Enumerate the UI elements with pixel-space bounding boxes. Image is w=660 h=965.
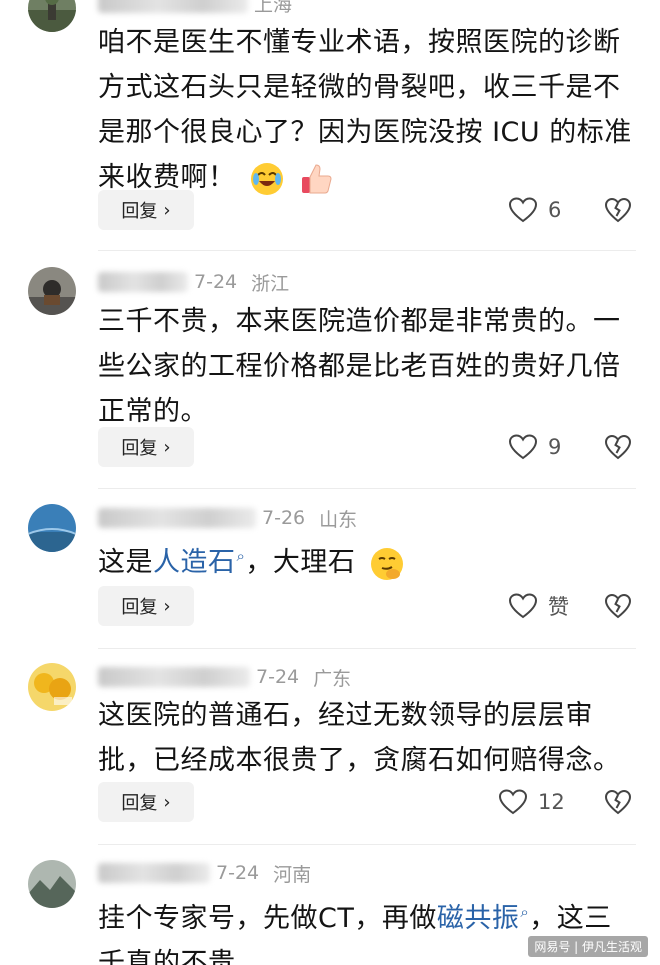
comment-meta: 7-24 河南 — [98, 858, 311, 888]
keyword-search-link[interactable]: 磁共振⌕ — [437, 903, 529, 934]
avatar[interactable] — [28, 267, 76, 315]
like-button[interactable]: 赞 — [508, 586, 569, 626]
comment-date: 7-24 — [216, 862, 260, 884]
comment-date: 7-26 — [262, 507, 306, 529]
divider — [98, 250, 636, 251]
dislike-button[interactable] — [604, 782, 634, 822]
comment-text: 这医院的普通石，经过无数领导的层层审批，已经成本很贵了，贪腐石如何赔得念。 — [98, 700, 621, 776]
comment-text: 这是人造石⌕，大理石 — [98, 534, 638, 585]
username-blurred — [98, 508, 256, 528]
laughing-crying-emoji-icon — [250, 162, 283, 195]
chevron-right-icon: › — [163, 436, 171, 458]
thumbs-up-emoji-icon — [301, 163, 332, 193]
avatar[interactable] — [28, 0, 76, 32]
comment-meta: 上海 — [98, 0, 292, 18]
reply-button[interactable]: 回复 › — [98, 427, 194, 467]
reply-button[interactable]: 回复 › — [98, 190, 194, 230]
avatar[interactable] — [28, 860, 76, 908]
comment-text: 咱不是医生不懂专业术语，按照医院的诊断方式这石头只是轻微的骨裂吧，收三千是不是那… — [98, 20, 638, 200]
reply-button[interactable]: 回复 › — [98, 782, 194, 822]
username-blurred — [98, 0, 248, 13]
broken-heart-icon — [604, 197, 632, 223]
chevron-right-icon: › — [163, 791, 171, 813]
like-button[interactable]: 9 — [508, 427, 561, 467]
comment-location: 上海 — [254, 0, 293, 16]
dislike-button[interactable] — [604, 427, 634, 467]
broken-heart-icon — [604, 593, 632, 619]
keyword-search-link[interactable]: 人造石⌕ — [153, 547, 245, 578]
username-blurred — [98, 863, 210, 883]
avatar[interactable] — [28, 663, 76, 711]
username-blurred — [98, 667, 250, 687]
comment-meta: 7-24 广东 — [98, 662, 351, 692]
avatar[interactable] — [28, 504, 76, 552]
heart-outline-icon — [508, 434, 538, 460]
comment-meta: 7-24 浙江 — [98, 267, 289, 297]
heart-outline-icon — [498, 789, 528, 815]
heart-outline-icon — [508, 197, 538, 223]
comment-date: 7-24 — [256, 666, 300, 688]
comment-location: 浙江 — [251, 272, 290, 295]
comment-location: 山东 — [319, 508, 358, 531]
divider — [98, 648, 636, 649]
like-button[interactable]: 12 — [498, 782, 565, 822]
thinking-face-emoji-icon — [370, 547, 403, 580]
comment-meta: 7-26 山东 — [98, 503, 357, 533]
like-button[interactable]: 6 — [508, 190, 561, 230]
comment-text: 三千不贵，本来医院造价都是非常贵的。一些公家的工程价格都是比老百姓的贵好几倍正常… — [98, 306, 621, 427]
divider — [98, 488, 636, 489]
broken-heart-icon — [604, 789, 632, 815]
comment-location: 河南 — [273, 863, 312, 886]
reply-button[interactable]: 回复 › — [98, 586, 194, 626]
watermark: 网易号 | 伊凡生活观 — [528, 936, 648, 957]
like-count: 6 — [548, 198, 562, 222]
comment-location: 广东 — [313, 667, 352, 690]
divider — [98, 844, 636, 845]
dislike-button[interactable] — [604, 586, 634, 626]
like-count: 9 — [548, 435, 562, 459]
heart-outline-icon — [508, 593, 538, 619]
dislike-button[interactable] — [604, 190, 634, 230]
broken-heart-icon — [604, 434, 632, 460]
like-count: 赞 — [548, 595, 569, 619]
username-blurred — [98, 272, 188, 292]
like-count: 12 — [538, 790, 565, 814]
magnifier-icon: ⌕ — [520, 903, 530, 921]
chevron-right-icon: › — [163, 595, 171, 617]
chevron-right-icon: › — [163, 199, 171, 221]
comment-date: 7-24 — [194, 271, 238, 293]
